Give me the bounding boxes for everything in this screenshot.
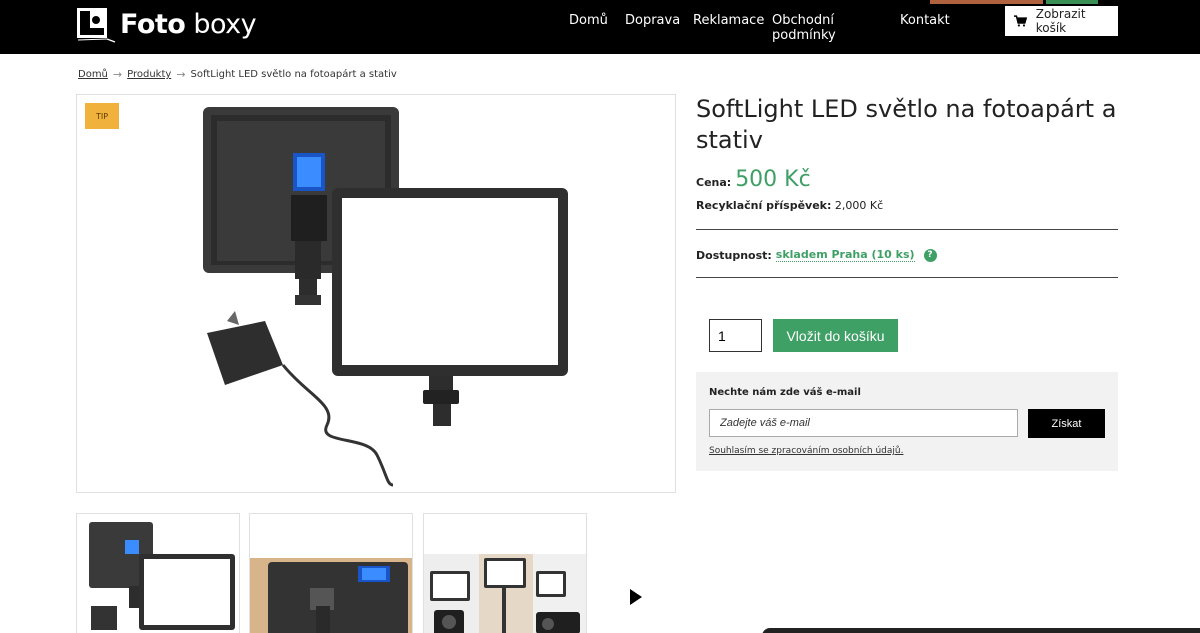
bottom-overlay-strip: [762, 628, 1200, 633]
main-nav: Domů Doprava Reklamace Obchodní podmínky…: [569, 13, 950, 43]
gallery-thumbnail[interactable]: [249, 513, 413, 633]
thumbnail-led-panel: [89, 522, 235, 630]
divider: [696, 229, 1118, 230]
led-panel-photo: [203, 107, 568, 487]
recycle-fee-row: Recyklační příspěvek: 2,000 Kč: [696, 199, 883, 212]
availability-value[interactable]: skladem Praha (10 ks): [775, 248, 915, 262]
breadcrumb-home[interactable]: Domů: [78, 69, 108, 80]
price-row: Cena: 500 Kč: [696, 167, 811, 192]
breadcrumb-arrow-icon: →: [176, 68, 186, 81]
question-circle-icon[interactable]: ?: [923, 248, 937, 262]
price-label: Cena:: [696, 176, 732, 189]
brand-suffix: boxy: [193, 8, 257, 40]
email-signup-heading: Nechte nám zde váš e-mail: [709, 387, 861, 398]
site-header: Foto boxy Domů Doprava Reklamace Obchodn…: [0, 0, 1200, 54]
cart-icon: [1014, 15, 1027, 27]
view-cart-button[interactable]: Zobrazit košík: [1005, 6, 1118, 36]
gallery-next-button[interactable]: [628, 588, 644, 606]
price-value: 500 Kč: [735, 167, 811, 192]
brand-name: Foto: [120, 8, 186, 40]
breadcrumb-arrow-icon: →: [112, 68, 123, 81]
gallery-thumbnail[interactable]: [423, 513, 587, 633]
availability-row: Dostupnost: skladem Praha (10 ks) ?: [696, 248, 937, 262]
email-field[interactable]: [709, 409, 1018, 437]
thumbnail-camera-setups: [424, 554, 586, 633]
nav-item-contact[interactable]: Kontakt: [900, 13, 950, 43]
cart-label: Zobrazit košík: [1035, 7, 1086, 35]
nav-item-complaints[interactable]: Reklamace: [693, 13, 772, 43]
breadcrumb-products[interactable]: Produkty: [127, 69, 171, 80]
breadcrumb-current: SoftLight LED světlo na fotoapárt a stat…: [190, 69, 397, 80]
divider: [696, 277, 1118, 278]
header-accent-bar: [930, 0, 1043, 4]
email-submit-button[interactable]: Získat: [1028, 409, 1105, 438]
recycle-fee-value: 2,000 Kč: [834, 199, 884, 212]
email-signup-box: Nechte nám zde váš e-mail Získat Souhlas…: [696, 372, 1118, 471]
gallery-thumbnail[interactable]: [76, 513, 240, 633]
privacy-consent-link[interactable]: Souhlasím se zpracováním osobních údajů.: [709, 446, 903, 456]
breadcrumb: Domů → Produkty → SoftLight LED světlo n…: [78, 68, 397, 81]
product-title: SoftLight LED světlo na fotoapárt a stat…: [696, 95, 1117, 154]
nav-item-home[interactable]: Domů: [569, 13, 625, 43]
header-accent-bar: [1046, 0, 1098, 4]
nav-item-shipping[interactable]: Doprava: [625, 13, 693, 43]
thumbnail-panel-back: [250, 558, 412, 633]
play-triangle-icon: [630, 589, 642, 605]
quantity-input[interactable]: [709, 319, 762, 352]
product-main-image[interactable]: TIP: [76, 94, 676, 493]
site-logo[interactable]: Foto boxy: [76, 4, 257, 44]
nav-item-terms[interactable]: Obchodní podmínky: [772, 13, 900, 43]
tip-badge: TIP: [85, 103, 119, 129]
availability-label: Dostupnost:: [696, 248, 772, 262]
recycle-fee-label: Recyklační příspěvek:: [696, 199, 832, 212]
logo-icon: [76, 6, 116, 43]
add-to-cart-button[interactable]: Vložit do košíku: [773, 319, 898, 352]
